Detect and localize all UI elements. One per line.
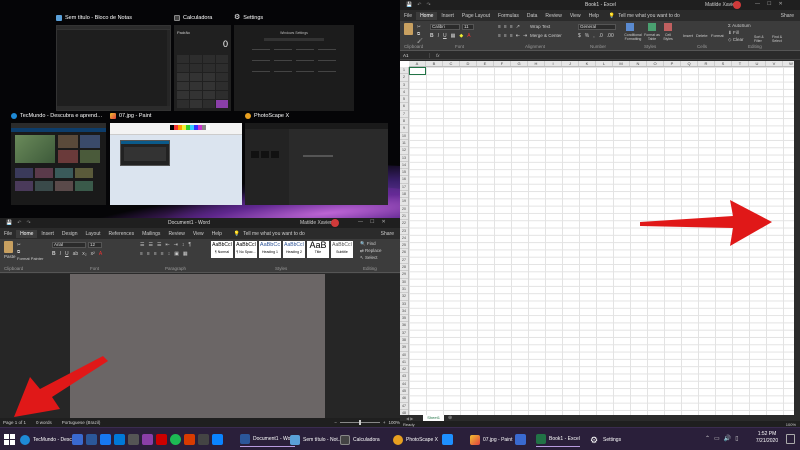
powerpoint-icon[interactable] bbox=[184, 434, 195, 445]
outlook-icon[interactable] bbox=[86, 434, 97, 445]
word-icon bbox=[240, 434, 250, 444]
battery-icon[interactable]: ▯ bbox=[735, 435, 738, 442]
excel-icon bbox=[536, 434, 546, 444]
taskbar-app-calculator[interactable]: Calculadora bbox=[340, 432, 380, 447]
terminal-icon[interactable] bbox=[198, 434, 209, 445]
gear-icon: ⚙ bbox=[590, 434, 599, 445]
onenote-icon[interactable] bbox=[142, 434, 153, 445]
taskbar-app-excel[interactable]: Book1 - Excel bbox=[536, 432, 580, 447]
windows-start-icon[interactable] bbox=[4, 434, 15, 445]
taskbar-app-paint[interactable]: 07.jpg - Paint bbox=[470, 432, 512, 447]
file-explorer-icon[interactable] bbox=[72, 434, 83, 445]
annotation-arrows bbox=[14, 200, 772, 417]
clock-time: 1:52 PM bbox=[757, 431, 777, 437]
network-icon[interactable]: ▭ bbox=[714, 435, 720, 442]
photos-viewer-icon[interactable] bbox=[515, 434, 526, 445]
notifications-icon[interactable] bbox=[786, 434, 795, 444]
system-tray: ⌃ ▭ 🔊 ▯ bbox=[705, 435, 739, 442]
notepad-icon bbox=[290, 434, 300, 445]
clock-date: 7/21/2020 bbox=[755, 438, 779, 444]
taskbar-app-notepad[interactable]: Sem título - Not... bbox=[290, 432, 342, 447]
chevron-up-icon[interactable]: ⌃ bbox=[705, 435, 710, 442]
calculator-icon bbox=[340, 434, 350, 445]
spotify-icon[interactable] bbox=[170, 434, 181, 445]
taskbar-app-word[interactable]: Document1 - Word bbox=[240, 432, 295, 447]
arrow-down-left bbox=[14, 356, 108, 417]
paint-icon bbox=[470, 434, 480, 445]
volume-icon[interactable]: 🔊 bbox=[724, 435, 731, 442]
photoscape-icon bbox=[393, 434, 403, 445]
taskbar-app-settings[interactable]: ⚙ Settings bbox=[590, 432, 621, 447]
store-icon[interactable] bbox=[128, 434, 139, 445]
clock[interactable]: 1:52 PM 7/21/2020 bbox=[752, 431, 782, 445]
taskbar: TecMundo - Descub... Document1 - Word Se… bbox=[0, 427, 800, 450]
edge-icon bbox=[20, 434, 30, 445]
taskbar-app-photoscape[interactable]: PhotoScape X bbox=[393, 432, 438, 447]
messenger-icon[interactable] bbox=[100, 434, 111, 445]
media-icon[interactable] bbox=[156, 434, 167, 445]
mail-icon[interactable] bbox=[114, 434, 125, 445]
arrow-right bbox=[640, 200, 772, 246]
messages-icon[interactable] bbox=[442, 434, 453, 445]
photos-icon[interactable] bbox=[212, 434, 223, 445]
